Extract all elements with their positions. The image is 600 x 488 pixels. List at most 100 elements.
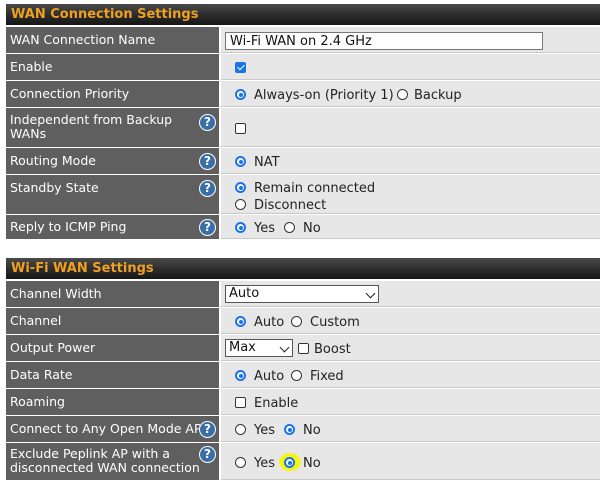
channel-custom-radio[interactable] xyxy=(291,316,302,327)
row-connection-priority: Connection Priority Always-on (Priority … xyxy=(6,81,600,108)
help-icon[interactable]: ? xyxy=(199,421,216,438)
label-cell: WAN Connection Name xyxy=(6,27,219,53)
value-cell: Max Boost xyxy=(221,335,600,361)
output-power-label: Output Power xyxy=(10,340,96,355)
help-icon[interactable]: ? xyxy=(199,153,216,170)
wan-connection-name-input[interactable] xyxy=(225,32,543,50)
independent-label-line2: WANs xyxy=(10,126,47,141)
channel-auto-radio[interactable] xyxy=(235,316,246,327)
independent-label-line1: Independent from Backup xyxy=(10,112,173,127)
label-cell: Exclude Peplink AP with a disconnected W… xyxy=(6,443,219,480)
row-exclude-peplink: Exclude Peplink AP with a disconnected W… xyxy=(6,443,600,481)
row-channel: Channel Auto Custom xyxy=(6,308,600,335)
roaming-enable-label: Enable xyxy=(254,396,299,411)
row-independent-backup: Independent from Backup WANs ? xyxy=(6,108,600,148)
value-cell: NAT xyxy=(221,148,600,174)
row-data-rate: Data Rate Auto Fixed xyxy=(6,362,600,389)
label-cell: Independent from Backup WANs ? xyxy=(6,108,219,147)
row-icmp-ping: Reply to ICMP Ping ? Yes No xyxy=(6,215,600,240)
priority-backup-label: Backup xyxy=(414,88,462,103)
exclude-yes-label: Yes xyxy=(254,456,275,471)
icmp-no-radio[interactable] xyxy=(284,222,295,233)
value-cell xyxy=(221,27,600,53)
data-rate-auto-radio[interactable] xyxy=(235,370,246,381)
priority-always-on-radio[interactable] xyxy=(235,89,246,100)
open-ap-label: Connect to Any Open Mode AP xyxy=(10,421,202,436)
open-ap-yes-radio[interactable] xyxy=(235,424,246,435)
label-cell: Enable xyxy=(6,54,219,80)
data-rate-fixed-radio[interactable] xyxy=(291,370,302,381)
label-cell: Connection Priority xyxy=(6,81,219,107)
exclude-yes-radio[interactable] xyxy=(235,457,246,468)
icmp-yes-radio[interactable] xyxy=(235,222,246,233)
open-ap-yes-label: Yes xyxy=(254,423,275,438)
open-ap-no-label: No xyxy=(303,423,321,438)
row-enable: Enable xyxy=(6,54,600,81)
row-roaming: Roaming Enable xyxy=(6,389,600,416)
value-cell: Yes No xyxy=(221,215,600,239)
enable-checkbox[interactable] xyxy=(235,62,246,73)
boost-label: Boost xyxy=(314,342,351,357)
value-cell: Yes No xyxy=(221,416,600,442)
value-cell: Auto Fixed xyxy=(221,362,600,388)
exclude-label: Exclude Peplink AP with a disconnected W… xyxy=(10,447,200,475)
label-cell: Reply to ICMP Ping ? xyxy=(6,215,219,239)
chevron-down-icon xyxy=(365,288,376,299)
value-cell: Remain connected Disconnect xyxy=(221,175,600,214)
roaming-label: Roaming xyxy=(10,394,65,409)
help-icon[interactable]: ? xyxy=(199,114,216,131)
connection-priority-label: Connection Priority xyxy=(10,86,130,101)
exclude-no-radio[interactable] xyxy=(284,457,295,468)
section-title-wifi: Wi-Fi WAN Settings xyxy=(6,258,600,279)
priority-always-on-label: Always-on (Priority 1) xyxy=(254,88,394,103)
help-icon[interactable]: ? xyxy=(199,219,216,236)
wan-connection-settings: WAN Connection Settings WAN Connection N… xyxy=(6,4,600,240)
value-cell: Auto xyxy=(221,281,600,307)
priority-backup-radio[interactable] xyxy=(397,89,408,100)
row-open-mode-ap: Connect to Any Open Mode AP ? Yes No xyxy=(6,416,600,443)
icmp-no-label: No xyxy=(303,221,321,236)
data-rate-label: Data Rate xyxy=(10,367,73,382)
routing-mode-label: Routing Mode xyxy=(10,153,96,168)
open-ap-no-radio[interactable] xyxy=(284,424,295,435)
value-cell xyxy=(221,108,600,147)
data-rate-auto-label: Auto xyxy=(254,369,285,384)
label-cell: Roaming xyxy=(6,389,219,415)
channel-width-label: Channel Width xyxy=(10,286,102,301)
standby-remain-label: Remain connected xyxy=(254,181,376,196)
chevron-down-icon xyxy=(279,342,290,353)
icmp-label: Reply to ICMP Ping xyxy=(10,219,127,234)
help-icon[interactable]: ? xyxy=(199,446,216,463)
routing-nat-label: NAT xyxy=(254,155,280,170)
wan-connection-name-label: WAN Connection Name xyxy=(10,32,156,47)
independent-backup-checkbox[interactable] xyxy=(235,123,246,134)
roaming-enable-checkbox[interactable] xyxy=(235,397,246,408)
channel-width-select[interactable]: Auto xyxy=(225,285,379,303)
standby-remain-radio[interactable] xyxy=(235,182,246,193)
output-power-value: Max xyxy=(229,340,256,355)
independent-label: Independent from Backup WANs xyxy=(10,113,172,141)
value-cell xyxy=(221,54,600,80)
boost-checkbox[interactable] xyxy=(298,343,309,354)
section-title-wan: WAN Connection Settings xyxy=(6,4,600,25)
channel-label: Channel xyxy=(10,313,62,328)
standby-disconnect-radio[interactable] xyxy=(235,199,246,210)
value-cell: Always-on (Priority 1) Backup xyxy=(221,81,600,107)
exclude-no-label: No xyxy=(303,456,321,471)
row-routing-mode: Routing Mode ? NAT xyxy=(6,148,600,175)
label-cell: Standby State ? xyxy=(6,175,219,214)
exclude-label-line2: disconnected WAN connection xyxy=(10,460,200,475)
routing-nat-radio[interactable] xyxy=(235,156,246,167)
standby-disconnect-label: Disconnect xyxy=(254,198,327,213)
output-power-select[interactable]: Max xyxy=(225,339,293,357)
row-output-power: Output Power Max Boost xyxy=(6,335,600,362)
value-cell: Yes No xyxy=(221,443,600,480)
value-cell: Enable xyxy=(221,389,600,415)
data-rate-fixed-label: Fixed xyxy=(310,369,344,384)
channel-auto-label: Auto xyxy=(254,315,285,330)
help-icon[interactable]: ? xyxy=(199,180,216,197)
exclude-label-line1: Exclude Peplink AP with a xyxy=(10,446,170,461)
icmp-yes-label: Yes xyxy=(254,221,275,236)
enable-label: Enable xyxy=(10,59,53,74)
label-cell: Output Power xyxy=(6,335,219,361)
